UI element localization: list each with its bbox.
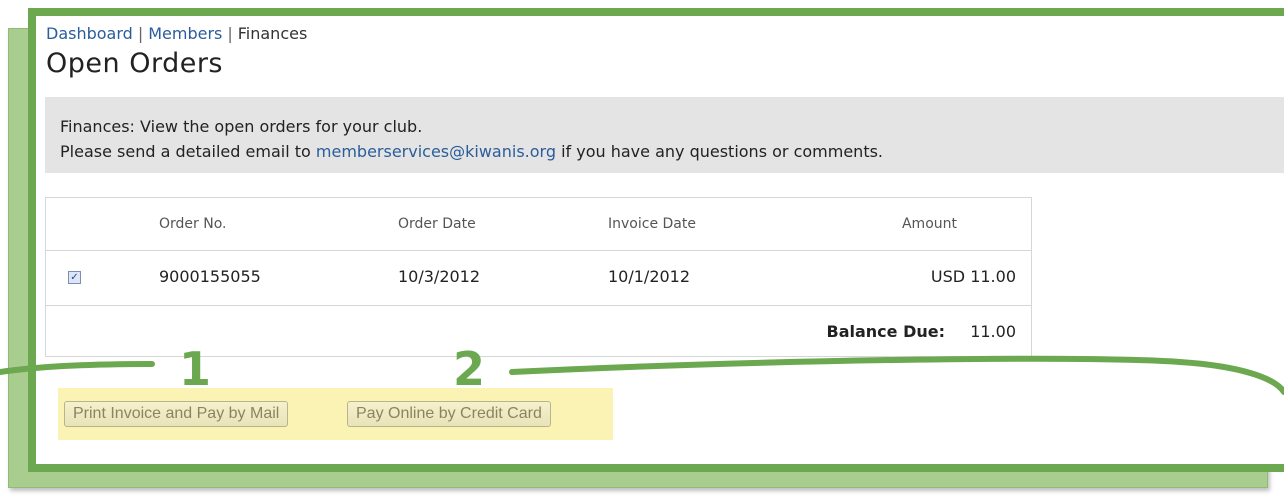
email-link[interactable]: memberservices@kiwanis.org [316, 142, 556, 161]
column-header-amount: Amount [901, 216, 957, 232]
column-header-invoice-date: Invoice Date [608, 216, 696, 232]
info-line-2-suffix: if you have any questions or comments. [561, 142, 884, 161]
breadcrumb-members-link[interactable]: Members [148, 24, 222, 43]
info-line-2: Please send a detailed email to memberse… [60, 139, 1284, 164]
breadcrumb-separator: | [227, 24, 233, 43]
info-line-1: Finances: View the open orders for your … [60, 117, 423, 136]
breadcrumb-current: Finances [237, 24, 308, 43]
page-title: Open Orders [46, 48, 223, 79]
info-box: Finances: View the open orders for your … [45, 97, 1284, 173]
breadcrumb-separator: | [137, 24, 144, 43]
info-line-2-prefix: Please send a detailed email to [60, 142, 311, 161]
table-header-row: Order No. Order Date Invoice Date Amount [46, 198, 1031, 251]
order-date: 10/3/2012 [398, 267, 481, 286]
order-select-checkbox[interactable]: ✓ [68, 271, 81, 284]
callout-number-1: 1 [179, 342, 212, 396]
pay-online-button[interactable]: Pay Online by Credit Card [347, 401, 551, 427]
breadcrumb-dashboard-link[interactable]: Dashboard [46, 24, 133, 43]
orders-table: Order No. Order Date Invoice Date Amount… [45, 197, 1032, 357]
order-number: 9000155055 [159, 267, 261, 286]
print-invoice-button[interactable]: Print Invoice and Pay by Mail [64, 401, 289, 427]
balance-due-value: 11.00 [970, 322, 1016, 341]
table-row: ✓ 9000155055 10/3/2012 10/1/2012 USD 11.… [46, 251, 1031, 306]
column-header-order-no: Order No. [159, 216, 227, 232]
callout-number-2: 2 [453, 342, 486, 396]
invoice-date: 10/1/2012 [608, 267, 691, 286]
breadcrumb: Dashboard | Members | Finances [46, 24, 307, 43]
order-amount: USD 11.00 [930, 267, 1016, 286]
balance-due-label: Balance Due: [826, 322, 946, 341]
column-header-order-date: Order Date [398, 216, 476, 232]
